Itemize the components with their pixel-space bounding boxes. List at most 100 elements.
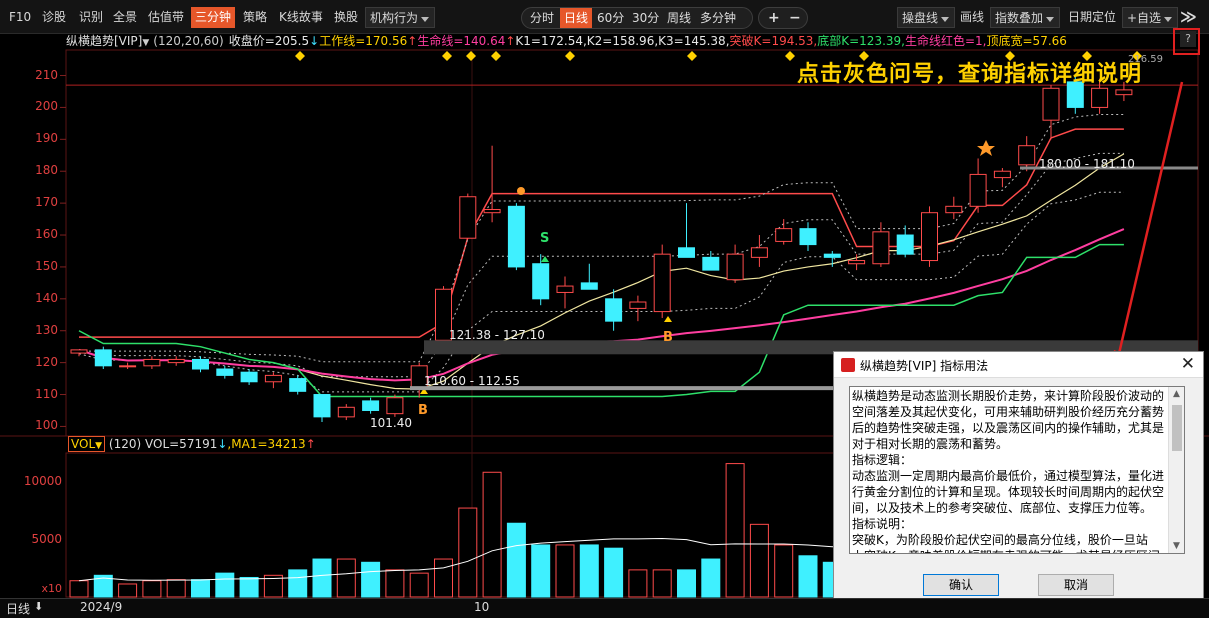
help-callout-text: 点击灰色问号，查询指标详细说明 <box>797 62 1143 87</box>
dialog-close-icon[interactable]: ✕ <box>1181 354 1195 374</box>
signal-diamond-icon <box>491 51 501 61</box>
dialog-line: 空间落差及其起伏变化，可用来辅助研判股价经历充分蓄势 <box>852 405 1165 419</box>
volume-bar <box>749 523 769 598</box>
candle-body <box>337 406 355 418</box>
volume-bar <box>239 576 259 598</box>
volume-bar <box>336 558 356 598</box>
price-tick-label: 100 <box>35 418 58 433</box>
candle-body <box>848 260 866 265</box>
dialog-line: 指标逻辑： <box>852 453 913 467</box>
volume-bar <box>506 522 526 598</box>
volume-bar <box>531 544 551 598</box>
price-tick-label: 160 <box>35 227 58 242</box>
candle-body <box>775 228 793 242</box>
candle-body <box>580 282 598 290</box>
candle-body <box>896 234 914 255</box>
ok-button[interactable]: 确认 <box>923 574 999 596</box>
signal-b-label-2: B <box>663 330 673 345</box>
volume-tick-5000: 5000 <box>31 532 62 546</box>
candle-body <box>556 285 574 293</box>
volume-bar <box>458 507 478 598</box>
volume-bar <box>288 569 308 598</box>
signal-s-label: S <box>540 231 550 246</box>
price-tick-label: 190 <box>35 131 58 146</box>
volume-bar <box>482 471 502 598</box>
volume-bar <box>604 547 624 598</box>
candle-body <box>240 371 258 383</box>
callout-arrow-icon <box>1116 81 1184 359</box>
candle-body <box>653 253 671 313</box>
period-arrow-icon[interactable]: ⬇ <box>34 600 43 613</box>
candle-body <box>483 209 501 214</box>
candle-body <box>969 173 987 207</box>
candle-body <box>945 205 963 214</box>
candle-body <box>459 196 477 239</box>
candle-body <box>629 301 647 309</box>
candle-body <box>702 256 720 271</box>
volume-bar <box>215 572 235 598</box>
signal-diamond-icon <box>442 51 452 61</box>
candle-body <box>70 349 88 354</box>
volume-bar <box>434 558 453 598</box>
dialog-title: 纵横趋势[VIP] 指标用法 <box>860 359 989 373</box>
volume-bar <box>118 583 138 598</box>
candle-body <box>1091 87 1109 108</box>
scroll-down-icon[interactable]: ▼ <box>1173 541 1180 551</box>
dialog-line: 行黄金分割位的计算和呈现。体现较长时间周期内的起伏空 <box>852 485 1165 499</box>
volume-bar <box>628 569 648 598</box>
candle-body <box>167 358 185 364</box>
candle-body <box>532 263 550 300</box>
volume-bar <box>652 569 672 598</box>
candle-body <box>192 358 209 370</box>
dialog-scrollbar[interactable]: ▲ ▼ <box>1168 387 1184 553</box>
dialog-textarea[interactable]: 纵横趋势是动态监测长期股价走势，来计算阶段股价波动的 空间落差及其起伏变化，可用来… <box>849 386 1185 554</box>
candle-body <box>872 231 890 265</box>
volume-param: (120) <box>108 437 142 451</box>
volume-value: VOL=57191 <box>145 437 218 451</box>
price-tick-label: 200 <box>35 99 58 114</box>
volume-bar <box>361 561 381 598</box>
dialog-titlebar: 纵横趋势[VIP] 指标用法 ✕ <box>834 352 1203 378</box>
candle-body <box>1042 87 1060 121</box>
candle-body <box>143 358 161 367</box>
candle-body <box>1115 89 1133 96</box>
volume-bar <box>555 544 575 598</box>
signal-diamond-icon <box>785 51 795 61</box>
help-question-button[interactable]: ? <box>1180 31 1196 47</box>
candle-body <box>1018 145 1036 166</box>
candle-body <box>799 228 817 246</box>
volume-bar <box>774 544 794 598</box>
candle-body <box>362 400 380 411</box>
dialog-line: 对于相对长期的震荡和蓄势。 <box>852 437 1009 451</box>
volume-bar <box>579 544 599 598</box>
candle-body <box>823 253 841 258</box>
candle-body <box>605 298 623 322</box>
volume-unit: x10 <box>41 582 62 595</box>
price-tick-label: 140 <box>35 290 58 305</box>
candle-body <box>289 378 307 392</box>
candle-body <box>993 170 1011 179</box>
dialog-line: 后的趋势性突破走强，以及震荡区间内的操作辅助，尤其是 <box>852 421 1165 435</box>
bottom-bar: 日线 ⬇ 2024/9 10 <box>0 598 1209 618</box>
candle-body <box>264 374 282 383</box>
low-price-label: 101.40 <box>370 416 412 430</box>
signal-diamond-icon <box>565 51 575 61</box>
app-logo-icon <box>841 358 855 372</box>
bulb-icon <box>517 187 525 195</box>
sell-arrow-icon <box>541 256 549 262</box>
dialog-line: 纵横趋势是动态监测长期股价走势，来计算阶段股价波动的 <box>852 389 1165 403</box>
price-tick-label: 150 <box>35 258 58 273</box>
period-label[interactable]: 日线 <box>6 600 30 617</box>
k1-line <box>79 113 1124 363</box>
volume-bar <box>409 572 429 598</box>
scroll-up-icon[interactable]: ▲ <box>1173 389 1180 399</box>
dialog-line: 指标说明： <box>852 517 913 531</box>
candle-body <box>750 247 768 258</box>
volume-indicator-select[interactable]: VOL▼ <box>68 436 106 452</box>
dialog-text: 纵横趋势是动态监测长期股价走势，来计算阶段股价波动的 空间落差及其起伏变化，可用来… <box>852 388 1168 553</box>
month-label: 2024/9 <box>80 600 123 614</box>
scroll-thumb[interactable] <box>1172 405 1182 451</box>
candle-body <box>678 247 695 258</box>
signal-diamond-icon <box>466 51 476 61</box>
cancel-button[interactable]: 取消 <box>1038 574 1114 596</box>
